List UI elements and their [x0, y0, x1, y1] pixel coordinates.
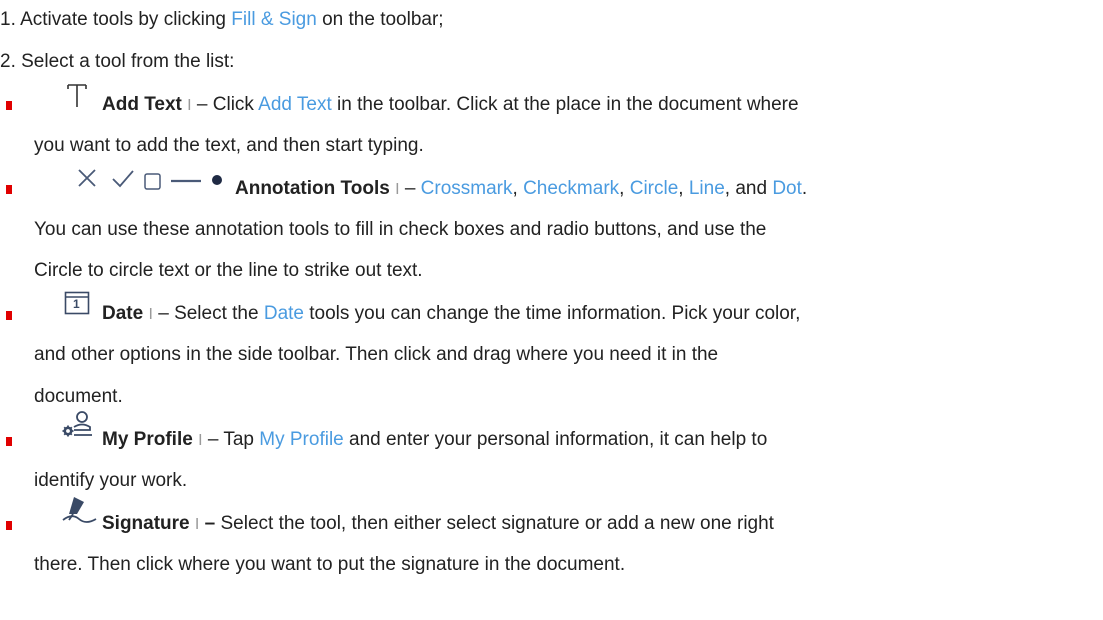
- separator: I: [187, 97, 192, 114]
- profile-pre: Tap: [223, 429, 260, 450]
- annotation-line-2: You can use these annotation tools to fi…: [34, 218, 766, 242]
- checkmark-link[interactable]: Checkmark: [523, 178, 619, 199]
- profile-title: My Profile: [102, 429, 193, 450]
- separator: I: [198, 432, 203, 449]
- fill-sign-link[interactable]: Fill & Sign: [231, 9, 317, 30]
- comma: ,: [619, 178, 630, 199]
- dash: –: [158, 303, 169, 324]
- crossmark-link[interactable]: Crossmark: [421, 178, 513, 199]
- add-text-post: in the toolbar. Click at the place in th…: [331, 94, 799, 115]
- dash: –: [207, 429, 219, 450]
- profile-line-2: identify your work.: [34, 469, 187, 493]
- line-icon: [171, 179, 201, 183]
- dash: –: [196, 94, 208, 115]
- checkmark-icon: [112, 170, 134, 188]
- bullet: [6, 521, 12, 530]
- step-2: 2. Select a tool from the list:: [0, 50, 234, 74]
- date-post: tools you can change the time informatio…: [303, 303, 801, 324]
- signature-line-2: there. Then click where you want to put …: [34, 553, 625, 577]
- bullet: [6, 311, 12, 320]
- add-text-line-1: Add Text I – Click Add Text in the toolb…: [102, 93, 799, 118]
- step-1: 1. Activate tools by clicking Fill & Sig…: [0, 8, 444, 32]
- dash: –: [404, 178, 416, 199]
- date-line-2: and other options in the side toolbar. T…: [34, 343, 718, 367]
- my-profile-link[interactable]: My Profile: [259, 429, 343, 450]
- annotation-title: Annotation Tools: [235, 178, 390, 199]
- date-pre: Select the: [174, 303, 264, 324]
- dot-link[interactable]: Dot: [772, 178, 802, 199]
- separator: I: [194, 516, 200, 533]
- annotation-description-2: Circle to circle text or the line to str…: [34, 260, 423, 281]
- date-description-2: document.: [34, 386, 123, 407]
- add-text-link[interactable]: Add Text: [258, 94, 332, 115]
- profile-post: and enter your personal information, it …: [343, 429, 768, 450]
- profile-description: identify your work.: [34, 470, 188, 491]
- step-1-text-post: on the toolbar;: [316, 9, 444, 30]
- separator: I: [395, 181, 400, 198]
- bullet: [6, 185, 12, 194]
- add-text-description: you want to add the text, and then start…: [34, 135, 424, 156]
- signature-line-1: Signature I – Select the tool, then eith…: [102, 512, 774, 537]
- annotation-line-1: Annotation Tools I – Crossmark, Checkmar…: [235, 177, 807, 202]
- comma: ,: [512, 178, 524, 199]
- dot-icon: [212, 175, 222, 185]
- calendar-icon-digit: 1: [73, 297, 80, 311]
- profile-line-1: My Profile I – Tap My Profile and enter …: [102, 428, 767, 453]
- dash: –: [204, 513, 216, 534]
- bullet: [6, 101, 12, 110]
- pen-signature-icon: [62, 497, 97, 523]
- text-tool-icon: [67, 84, 87, 107]
- step-1-text-pre: 1. Activate tools by clicking: [0, 9, 232, 30]
- signature-description: there. Then click where you want to put …: [34, 554, 626, 575]
- add-text-pre: Click: [212, 94, 259, 115]
- bullet: [6, 437, 12, 446]
- annotation-line-3: Circle to circle text or the line to str…: [34, 259, 423, 283]
- calendar-icon: 1: [64, 291, 90, 315]
- signature-text: Select the tool, then either select sign…: [220, 513, 774, 534]
- separator: I: [148, 306, 153, 323]
- line-link[interactable]: Line: [689, 178, 725, 199]
- date-link[interactable]: Date: [264, 303, 304, 324]
- crossmark-icon: [78, 169, 96, 187]
- date-line-1: Date I – Select the Date tools you can c…: [102, 302, 800, 327]
- step-2-text: 2. Select a tool from the list:: [0, 51, 235, 72]
- and-text: , and: [724, 178, 773, 199]
- profile-icon: [62, 411, 92, 437]
- period: .: [801, 178, 808, 199]
- square-icon: [144, 173, 161, 190]
- document-page: 1. Activate tools by clicking Fill & Sig…: [0, 0, 1103, 620]
- comma: ,: [678, 178, 689, 199]
- signature-title: Signature: [102, 513, 190, 534]
- add-text-title: Add Text: [102, 94, 182, 115]
- annotation-description: You can use these annotation tools to fi…: [34, 219, 767, 240]
- date-line-3: document.: [34, 385, 123, 409]
- circle-link[interactable]: Circle: [630, 178, 679, 199]
- date-title: Date: [102, 303, 144, 324]
- add-text-line-2: you want to add the text, and then start…: [34, 134, 424, 158]
- date-description: and other options in the side toolbar. T…: [34, 344, 719, 365]
